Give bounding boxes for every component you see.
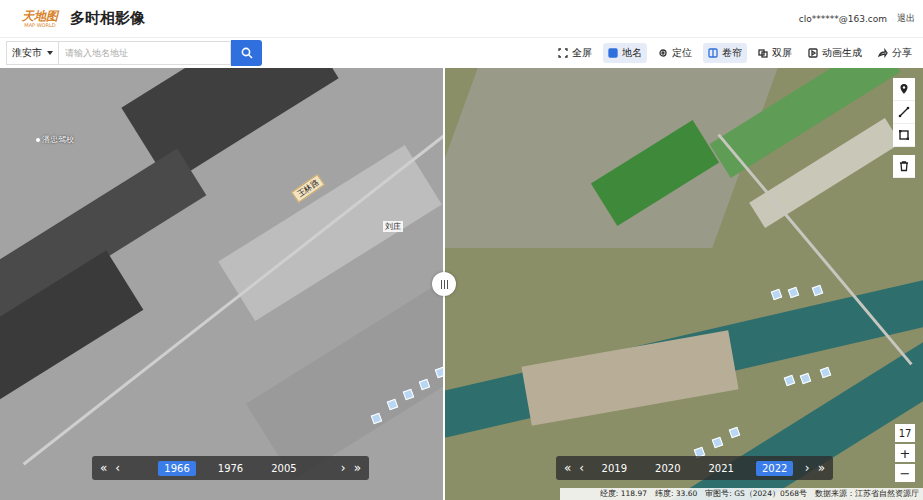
water-label-marker (784, 375, 796, 387)
timeline-bar: « ‹ 2019 2020 2021 2022 › » (556, 456, 833, 480)
share-icon (878, 48, 888, 58)
year-option[interactable]: 2021 (703, 461, 740, 476)
tool-label: 分享 (892, 46, 912, 60)
line-icon (898, 106, 910, 118)
swipe-icon (708, 48, 718, 58)
field-patch (521, 330, 738, 426)
water-label-marker (812, 285, 824, 297)
tool-button[interactable]: 分享 (873, 43, 917, 63)
line-tool[interactable] (893, 101, 915, 124)
tool-label: 定位 (672, 46, 692, 60)
tool-label: 全屏 (572, 46, 592, 60)
year-list: 2019 2020 2021 2022 (592, 461, 797, 476)
clear-tool[interactable] (893, 155, 915, 178)
first-button[interactable]: « (564, 461, 571, 475)
search-input[interactable] (58, 41, 231, 65)
last-button[interactable]: » (354, 461, 361, 475)
caret-icon (47, 51, 53, 55)
tool-button[interactable]: 双屏 (753, 43, 797, 63)
logout-link[interactable]: 退出 (897, 12, 915, 25)
logo-subtext: MAP WORLD (24, 23, 55, 28)
year-list: 1966 1976 2005 (128, 461, 333, 476)
pin-icon (898, 83, 910, 95)
map-label: 潘忠驾校 (36, 134, 74, 145)
tool-button[interactable]: 全屏 (553, 43, 597, 63)
water-label-marker (820, 367, 832, 379)
logo[interactable]: 天地图MAP WORLD (22, 10, 58, 28)
label-icon (608, 48, 618, 58)
current-imagery[interactable] (445, 68, 923, 500)
next-button[interactable]: › (341, 461, 346, 475)
tool-label: 动画生成 (822, 46, 862, 60)
water-label-marker (712, 437, 724, 449)
animation-icon (808, 48, 818, 58)
zoom-level: 17 (895, 424, 915, 442)
dual-icon (758, 48, 768, 58)
first-button[interactable]: « (100, 461, 107, 475)
search-icon (241, 47, 253, 59)
tool-label: 地名 (622, 46, 642, 60)
tool-button[interactable]: 地名 (603, 43, 647, 63)
swipe-divider[interactable] (443, 68, 445, 500)
water-label-marker (800, 373, 812, 385)
status-item: 经度: 118.97 (600, 489, 647, 499)
year-option[interactable]: 2020 (649, 461, 686, 476)
water-label-marker (729, 427, 741, 439)
tool-button[interactable]: 卷帘 (703, 43, 747, 63)
year-option[interactable]: 2022 (756, 461, 793, 476)
zoom-in-button[interactable]: + (895, 444, 915, 462)
logo-text: 天地图 (22, 10, 58, 22)
side-toolbar (893, 78, 915, 178)
next-button[interactable]: › (805, 461, 810, 475)
water-label-marker (771, 289, 783, 301)
timeline-bar: « ‹ 1966 1976 2005 › » (92, 456, 369, 480)
historic-imagery[interactable]: 潘忠驾校王林路刘庄 (0, 68, 443, 500)
year-option[interactable]: 2019 (596, 461, 633, 476)
app-title: 多时相影像 (70, 9, 145, 28)
status-item: 数据来源：江苏省自然资源厅 (815, 489, 919, 499)
rectangle-icon (898, 129, 910, 141)
toolbar: 淮安市 全屏 地名 定位 卷帘 双屏 动画生成 分享 (0, 38, 923, 68)
tool-button[interactable]: 动画生成 (803, 43, 867, 63)
year-option[interactable]: 1966 (158, 461, 195, 476)
status-bar: 经度: 118.97 纬度: 33.60 审图号: GS（2024）0568号数据来… (560, 488, 923, 500)
marker-tool[interactable] (893, 78, 915, 101)
status-item: 纬度: 33.60 (655, 489, 697, 499)
prev-button[interactable]: ‹ (579, 461, 584, 475)
user-email: clo******@163.com (799, 14, 887, 24)
poi-dot-icon (36, 138, 40, 142)
tool-list: 全屏 地名 定位 卷帘 双屏 动画生成 分享 (553, 43, 917, 63)
locate-icon (658, 48, 668, 58)
year-option[interactable]: 1976 (212, 461, 249, 476)
map-label: 刘庄 (383, 221, 403, 232)
tool-label: 卷帘 (722, 46, 742, 60)
water-label-marker (788, 287, 800, 299)
area-tool[interactable] (893, 124, 915, 147)
city-select[interactable]: 淮安市 (6, 41, 58, 65)
status-item: 审图号: GS（2024）0568号 (705, 489, 807, 499)
map-view[interactable]: 潘忠驾校王林路刘庄17+−«‹196619762005›»«‹201920202… (0, 68, 923, 500)
header: 天地图MAP WORLD 多时相影像 clo******@163.com 退出 (0, 0, 923, 38)
tool-button[interactable]: 定位 (653, 43, 697, 63)
tool-label: 双屏 (772, 46, 792, 60)
trash-icon (898, 160, 910, 172)
city-label: 淮安市 (12, 46, 42, 60)
last-button[interactable]: » (818, 461, 825, 475)
app: 天地图MAP WORLD 多时相影像 clo******@163.com 退出淮安市 全… (0, 0, 923, 500)
fullscreen-icon (558, 48, 568, 58)
swipe-handle-icon[interactable] (432, 272, 456, 296)
zoom-control: 17 + − (895, 424, 915, 482)
search-button[interactable] (231, 40, 262, 66)
zoom-out-button[interactable]: − (895, 464, 915, 482)
year-option[interactable]: 2005 (265, 461, 302, 476)
prev-button[interactable]: ‹ (115, 461, 120, 475)
